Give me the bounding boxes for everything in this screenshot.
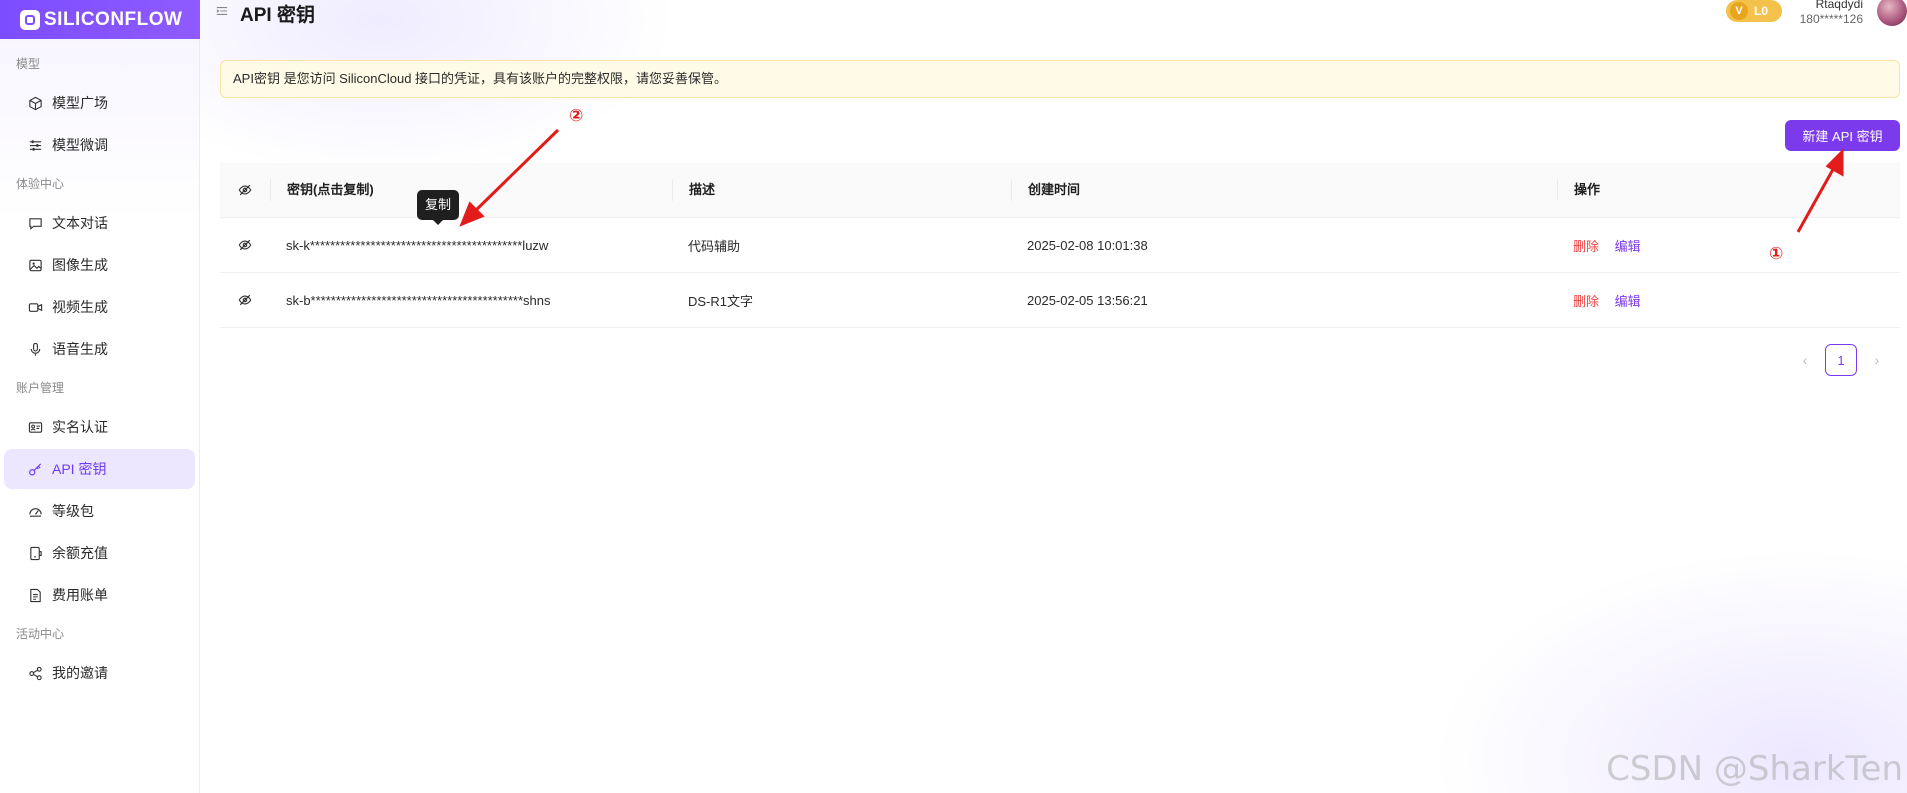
annotation-one: ① — [1769, 244, 1784, 263]
video-icon — [27, 299, 43, 315]
vip-icon: V — [1730, 2, 1748, 20]
new-api-key-button[interactable]: 新建 API 密钥 — [1785, 120, 1900, 151]
api-key-value[interactable]: sk-k************************************… — [270, 238, 672, 253]
delete-button[interactable]: 删除 — [1573, 294, 1599, 309]
api-key-value[interactable]: sk-b************************************… — [270, 293, 672, 308]
sidebar-item[interactable]: 我的邀请 — [4, 653, 195, 693]
edit-button[interactable]: 编辑 — [1615, 294, 1641, 309]
sidebar-item-label: 视频生成 — [52, 299, 108, 315]
sidebar-item[interactable]: 模型微调 — [4, 125, 195, 165]
sidebar-item-label: 余额充值 — [52, 545, 108, 561]
sidebar-item-label: 图像生成 — [52, 257, 108, 273]
cube-icon — [27, 95, 43, 111]
sidebar-item[interactable]: 余额充值 — [4, 533, 195, 573]
header: API 密钥 V L0 Rtaqdydi 180*****126 — [200, 0, 1907, 38]
sidebar-item[interactable]: 图像生成 — [4, 245, 195, 285]
sidebar-group-label: 模型 — [16, 57, 41, 71]
sidebar-item[interactable]: 实名认证 — [4, 407, 195, 447]
api-key-created-time: 2025-02-08 10:01:38 — [1027, 237, 1148, 253]
chat-icon — [27, 215, 43, 231]
sidebar-item[interactable]: 视频生成 — [4, 287, 195, 327]
level-label: L0 — [1754, 4, 1769, 18]
page-title: API 密钥 — [240, 5, 315, 26]
copy-tooltip: 复制 — [417, 190, 460, 225]
sidebar: SILICONFLOW 模型模型广场模型微调体验中心文本对话图像生成视频生成语音… — [0, 0, 200, 793]
api-key-desc: 代码辅助 — [688, 238, 741, 254]
sidebar-item[interactable]: 文本对话 — [4, 203, 195, 243]
sidebar-item-label: 我的邀请 — [52, 665, 108, 681]
sidebar-item-label: 语音生成 — [52, 341, 108, 357]
page-number[interactable]: 1 — [1825, 344, 1857, 376]
annotation-two: ② — [569, 106, 584, 125]
eye-off-icon[interactable] — [220, 293, 270, 307]
column-header-key: 密钥(点击复制) — [270, 179, 672, 201]
api-key-created-time: 2025-02-05 13:56:21 — [1027, 292, 1148, 308]
sidebar-item[interactable]: API 密钥 — [4, 449, 195, 489]
sliders-icon — [27, 137, 43, 153]
wallet-icon — [27, 545, 43, 561]
menu-toggle-icon[interactable] — [216, 4, 230, 18]
logo-icon — [20, 9, 40, 30]
sidebar-item-label: 模型微调 — [52, 137, 108, 153]
logo[interactable]: SILICONFLOW — [0, 0, 200, 39]
api-key-desc: DS-R1文字 — [688, 293, 754, 309]
key-icon — [27, 461, 43, 477]
eye-off-icon[interactable] — [220, 183, 270, 197]
brand-name: SILICONFLOW — [44, 8, 183, 30]
gauge-icon — [27, 503, 43, 519]
image-icon — [27, 257, 43, 273]
level-badge[interactable]: V L0 — [1726, 0, 1782, 22]
delete-button[interactable]: 删除 — [1573, 239, 1599, 254]
sidebar-item[interactable]: 语音生成 — [4, 329, 195, 369]
table-row: sk-k************************************… — [220, 218, 1900, 273]
column-header-time: 创建时间 — [1011, 179, 1557, 201]
id-card-icon — [27, 419, 43, 435]
sidebar-item[interactable]: 模型广场 — [4, 83, 195, 123]
watermark: CSDN @SharkTen — [1606, 749, 1903, 789]
user-name: Rtaqdydi — [1815, 0, 1863, 11]
sidebar-group-label: 体验中心 — [16, 177, 65, 191]
edit-button[interactable]: 编辑 — [1615, 239, 1641, 254]
background-glow — [0, 0, 1907, 793]
row-actions: 删除 编辑 — [1557, 236, 1900, 255]
user-phone: 180*****126 — [1799, 12, 1863, 26]
annotation-arrows — [459, 128, 1844, 233]
column-header-op: 操作 — [1557, 179, 1900, 201]
sidebar-item-label: 模型广场 — [52, 95, 108, 111]
sidebar-item-label: 等级包 — [52, 503, 94, 519]
sidebar-nav: 模型模型广场模型微调体验中心文本对话图像生成视频生成语音生成账户管理实名认证 AP… — [0, 39, 199, 693]
avatar[interactable] — [1877, 0, 1907, 26]
row-actions: 删除 编辑 — [1557, 291, 1900, 310]
sidebar-item-label: 文本对话 — [52, 215, 108, 231]
sidebar-item-label: API 密钥 — [52, 461, 107, 477]
pagination: ‹ 1 › — [1789, 344, 1893, 376]
sidebar-item-label: 费用账单 — [52, 587, 108, 603]
table-header: 密钥(点击复制) 描述 创建时间 操作 — [220, 163, 1900, 218]
bill-icon — [27, 587, 43, 603]
sidebar-group-label: 账户管理 — [16, 381, 65, 395]
table-row: sk-b************************************… — [220, 273, 1900, 328]
notice-banner: API密钥 是您访问 SiliconCloud 接口的凭证，具有该账户的完整权限… — [220, 60, 1900, 98]
api-key-table: 密钥(点击复制) 描述 创建时间 操作 sk-k****************… — [220, 163, 1900, 328]
eye-off-icon[interactable] — [220, 238, 270, 252]
sidebar-item[interactable]: 费用账单 — [4, 575, 195, 615]
sidebar-item-label: 实名认证 — [52, 419, 108, 435]
sidebar-item[interactable]: 等级包 — [4, 491, 195, 531]
mic-icon — [27, 341, 43, 357]
sidebar-group-label: 活动中心 — [16, 627, 65, 641]
next-page-icon[interactable]: › — [1861, 344, 1893, 376]
share-icon — [27, 665, 43, 681]
prev-page-icon[interactable]: ‹ — [1789, 344, 1821, 376]
column-header-desc: 描述 — [672, 179, 1011, 201]
